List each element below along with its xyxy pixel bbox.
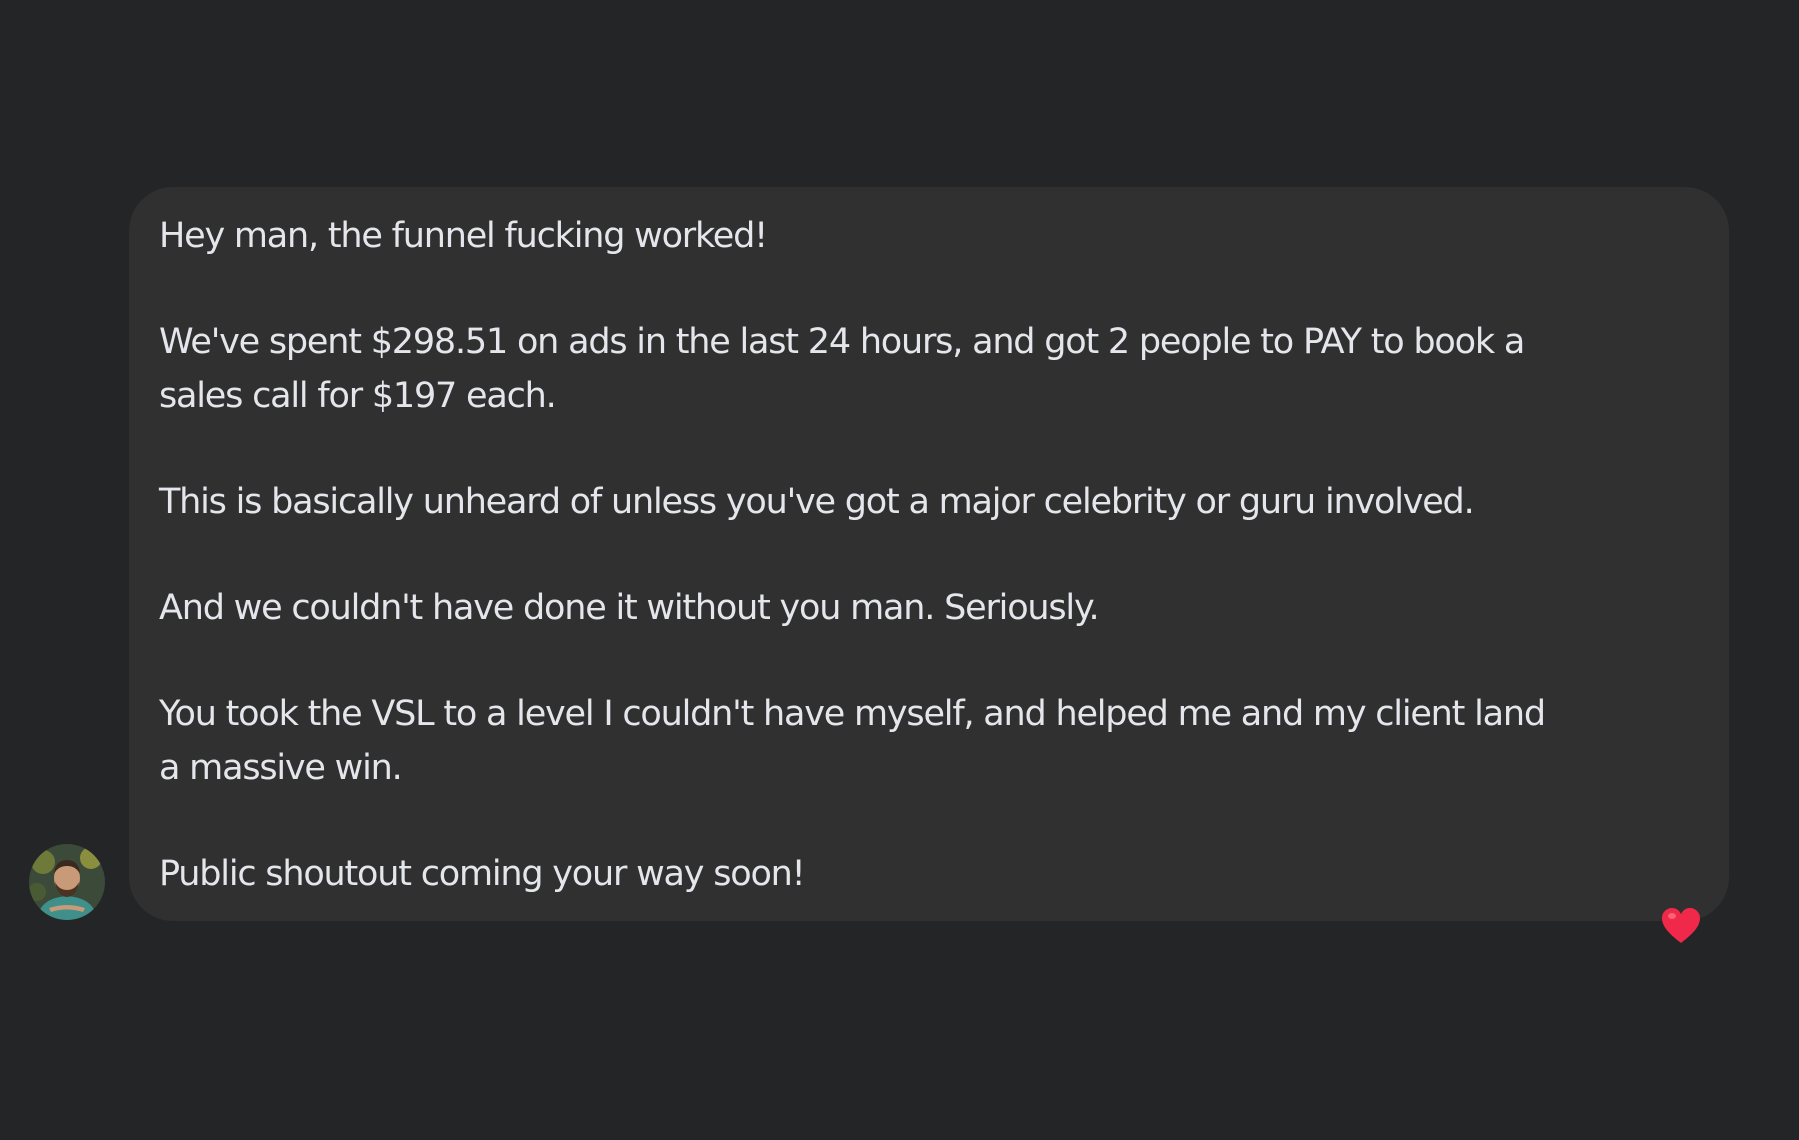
message-line: sales call for $197 each. — [159, 376, 557, 416]
message-line: Hey man, the funnel fucking worked! — [159, 216, 768, 256]
heart-reaction[interactable] — [1660, 905, 1702, 947]
chat-view: Hey man, the funnel fucking worked! We'v… — [0, 0, 1799, 1140]
message-bubble[interactable]: Hey man, the funnel fucking worked! We'v… — [129, 187, 1729, 921]
message-line: You took the VSL to a level I couldn't h… — [159, 694, 1546, 734]
message-line: And we couldn't have done it without you… — [159, 588, 1100, 628]
message-line: We've spent $298.51 on ads in the last 2… — [159, 322, 1525, 362]
avatar-image — [29, 844, 105, 920]
message-line: Public shoutout coming your way soon! — [159, 854, 806, 894]
message-line: This is basically unheard of unless you'… — [159, 482, 1475, 522]
heart-icon — [1662, 908, 1700, 943]
sender-avatar[interactable] — [29, 844, 105, 920]
message-line: a massive win. — [159, 748, 403, 788]
